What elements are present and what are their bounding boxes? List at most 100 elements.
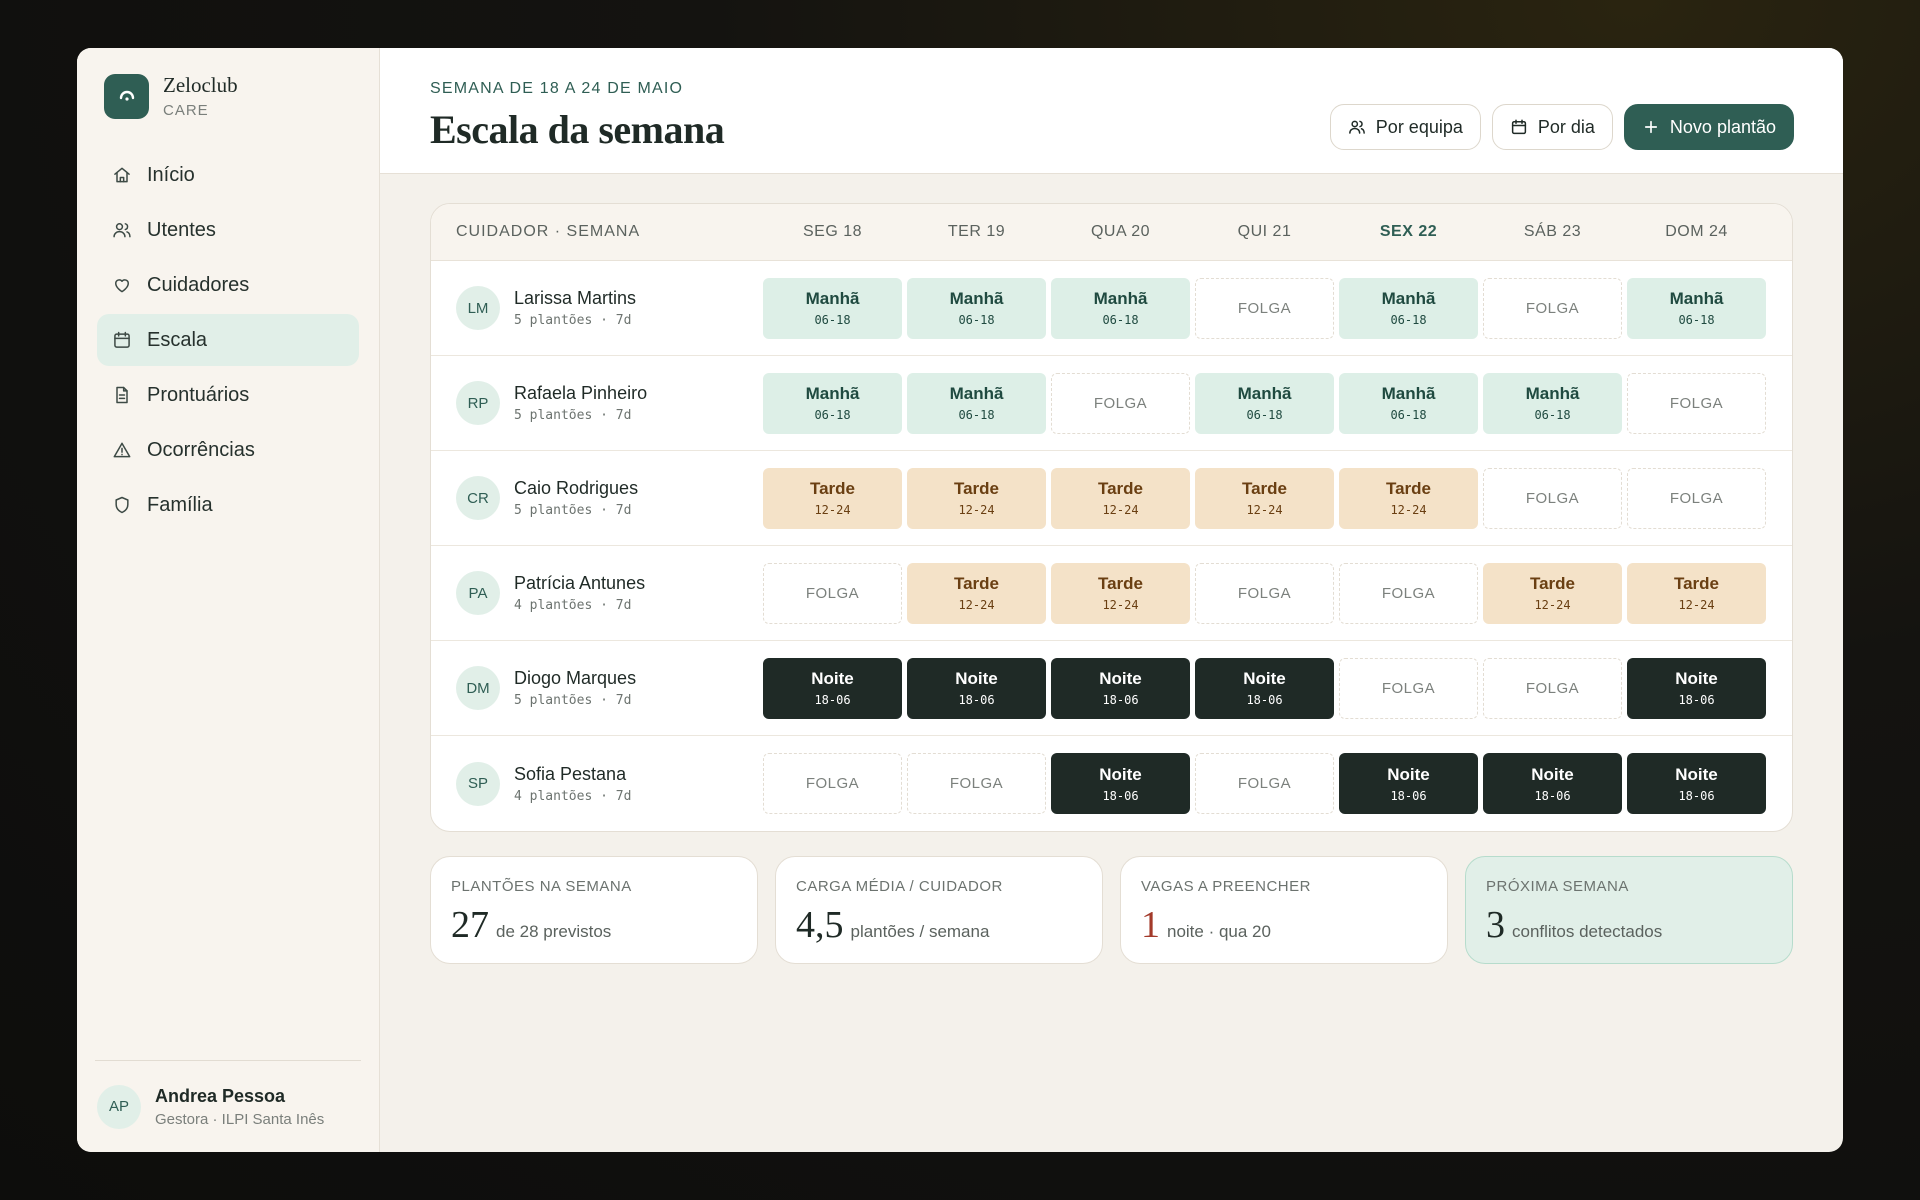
shift-hours: 06-18 xyxy=(814,408,851,422)
caregiver-meta: 5 plantões · 7d xyxy=(514,693,632,708)
caregiver-info[interactable]: PA Patrícia Antunes 4 plantões · 7d xyxy=(456,571,763,615)
shift-label: Tarde xyxy=(1097,479,1144,498)
shift-cell-folga[interactable]: FOLGA xyxy=(1483,277,1622,339)
shift-hours: 06-18 xyxy=(1678,313,1715,327)
sidebar-item-document[interactable]: Prontuários xyxy=(97,369,359,421)
shift-cell-manha[interactable]: Manhã 06-18 xyxy=(1339,372,1478,434)
caregiver-info[interactable]: RP Rafaela Pinheiro 5 plantões · 7d xyxy=(456,381,763,425)
caregiver-name: Diogo Marques xyxy=(514,668,637,688)
sidebar-item-heart[interactable]: Cuidadores xyxy=(97,259,359,311)
shift-cell-noite[interactable]: Noite 18-06 xyxy=(1051,753,1190,814)
shift-cell-noite[interactable]: Noite 18-06 xyxy=(763,657,902,719)
shift-label: FOLGA xyxy=(1237,299,1292,317)
stat-label: PRÓXIMA SEMANA xyxy=(1486,878,1629,895)
shift-cell-tarde[interactable]: Tarde 12-24 xyxy=(1627,562,1766,624)
shift-cell-folga[interactable]: FOLGA xyxy=(907,753,1046,814)
shift-cell-manha[interactable]: Manhã 06-18 xyxy=(907,372,1046,434)
by-day-button[interactable]: Por dia xyxy=(1491,104,1613,150)
shift-cell-folga[interactable]: FOLGA xyxy=(1195,562,1334,624)
shift-cell-noite[interactable]: Noite 18-06 xyxy=(1483,753,1622,814)
shift-cell-folga[interactable]: FOLGA xyxy=(1627,467,1766,529)
new-shift-button[interactable]: Novo plantão xyxy=(1623,104,1794,150)
sidebar-item-shield[interactable]: Família xyxy=(97,479,359,531)
home-icon xyxy=(111,164,133,186)
caregiver-info[interactable]: LM Larissa Martins 5 plantões · 7d xyxy=(456,286,763,330)
sidebar-item-home[interactable]: Início xyxy=(97,149,359,201)
shift-label: Tarde xyxy=(953,574,1000,593)
caregiver-row: LM Larissa Martins 5 plantões · 7d Manhã 06-… xyxy=(431,261,1792,356)
user-name: Andrea Pessoa xyxy=(155,1085,286,1106)
shift-hours: 18-06 xyxy=(1678,788,1715,803)
caregiver-row: SP Sofia Pestana 4 plantões · 7d FOLGA FOLGA… xyxy=(431,736,1792,831)
shift-hours: 12-24 xyxy=(1102,598,1139,612)
shift-cell-folga[interactable]: FOLGA xyxy=(763,753,902,814)
shift-cell-noite[interactable]: Noite 18-06 xyxy=(1627,657,1766,719)
user-profile[interactable]: AP Andrea Pessoa Gestora · ILPI Santa In… xyxy=(95,1060,361,1152)
shield-icon xyxy=(111,494,133,516)
shift-label: FOLGA xyxy=(1669,394,1724,412)
plus-icon xyxy=(1644,120,1657,134)
warning-icon xyxy=(111,439,133,461)
shift-cell-folga[interactable]: FOLGA xyxy=(1339,657,1478,719)
shift-hours: 12-24 xyxy=(1246,503,1283,517)
shift-cell-noite[interactable]: Noite 18-06 xyxy=(1339,753,1478,814)
shift-cell-manha[interactable]: Manhã 06-18 xyxy=(763,277,902,339)
shift-cell-manha[interactable]: Manhã 06-18 xyxy=(907,277,1046,339)
shift-hours: 06-18 xyxy=(1390,408,1427,422)
shift-cell-tarde[interactable]: Tarde 12-24 xyxy=(763,467,902,529)
shift-label: FOLGA xyxy=(805,584,860,602)
caregiver-info[interactable]: CR Caio Rodrigues 5 plantões · 7d xyxy=(456,476,763,520)
shift-cell-noite[interactable]: Noite 18-06 xyxy=(1195,657,1334,719)
shift-cell-noite[interactable]: Noite 18-06 xyxy=(1627,753,1766,814)
shift-hours: 12-24 xyxy=(958,598,995,612)
caregiver-meta: 5 plantões · 7d xyxy=(514,313,632,328)
shift-cell-manha[interactable]: Manhã 06-18 xyxy=(1051,277,1190,339)
sidebar-item-label: Prontuários xyxy=(147,383,250,406)
shift-label: FOLGA xyxy=(1525,679,1580,697)
day-header: SÁB 23 xyxy=(1523,223,1582,240)
shift-cell-manha[interactable]: Manhã 06-18 xyxy=(1195,372,1334,434)
by-team-button[interactable]: Por equipa xyxy=(1329,104,1481,150)
shift-cell-tarde[interactable]: Tarde 12-24 xyxy=(1051,562,1190,624)
shift-cell-manha[interactable]: Manhã 06-18 xyxy=(1627,277,1766,339)
main-content: SEMANA DE 18 A 24 DE MAIO Escala da sema… xyxy=(380,48,1843,1152)
stat-label: PLANTÕES NA SEMANA xyxy=(451,878,632,895)
shift-cell-folga[interactable]: FOLGA xyxy=(1627,372,1766,434)
sidebar-item-users[interactable]: Utentes xyxy=(97,204,359,256)
shift-cell-manha[interactable]: Manhã 06-18 xyxy=(1339,277,1478,339)
shift-cell-folga[interactable]: FOLGA xyxy=(1195,753,1334,814)
shift-hours: 18-06 xyxy=(1102,693,1139,707)
shift-cell-tarde[interactable]: Tarde 12-24 xyxy=(1483,562,1622,624)
shift-cell-manha[interactable]: Manhã 06-18 xyxy=(1483,372,1622,434)
shift-cell-folga[interactable]: FOLGA xyxy=(1483,657,1622,719)
shift-cell-tarde[interactable]: Tarde 12-24 xyxy=(907,562,1046,624)
shift-cell-manha[interactable]: Manhã 06-18 xyxy=(763,372,902,434)
sidebar-item-label: Cuidadores xyxy=(147,273,250,296)
shift-cell-folga[interactable]: FOLGA xyxy=(1051,372,1190,434)
shift-cell-tarde[interactable]: Tarde 12-24 xyxy=(1195,467,1334,529)
shift-cell-folga[interactable]: FOLGA xyxy=(1195,277,1334,339)
shift-hours: 18-06 xyxy=(1534,788,1571,803)
shift-cell-tarde[interactable]: Tarde 12-24 xyxy=(1051,467,1190,529)
caregiver-row: RP Rafaela Pinheiro 5 plantões · 7d Manhã 06… xyxy=(431,356,1792,451)
sidebar: Zeloclub CARE Início Utentes Cuidadores Esc… xyxy=(77,48,380,1152)
caregiver-info[interactable]: DM Diogo Marques 5 plantões · 7d xyxy=(456,666,763,710)
caregiver-column-header: CUIDADOR · SEMANA xyxy=(456,223,641,240)
caregiver-row: PA Patrícia Antunes 4 plantões · 7d FOLGA Ta… xyxy=(431,546,1792,641)
shift-cell-folga[interactable]: FOLGA xyxy=(1339,562,1478,624)
shift-cell-noite[interactable]: Noite 18-06 xyxy=(907,657,1046,719)
shift-cell-tarde[interactable]: Tarde 12-24 xyxy=(907,467,1046,529)
shift-cell-folga[interactable]: FOLGA xyxy=(1483,467,1622,529)
shift-cell-tarde[interactable]: Tarde 12-24 xyxy=(1339,467,1478,529)
sidebar-item-calendar[interactable]: Escala xyxy=(97,314,359,366)
shift-label: FOLGA xyxy=(1093,394,1148,412)
caregiver-meta: 5 plantões · 7d xyxy=(514,503,632,518)
shift-label: Noite xyxy=(1531,764,1574,784)
brand-name: Zeloclub xyxy=(163,73,238,98)
stat-label: VAGAS A PREENCHER xyxy=(1141,878,1311,895)
shift-cell-noite[interactable]: Noite 18-06 xyxy=(1051,657,1190,719)
sidebar-item-warning[interactable]: Ocorrências xyxy=(97,424,359,476)
shift-label: Manhã xyxy=(805,384,860,403)
shift-cell-folga[interactable]: FOLGA xyxy=(763,562,902,624)
caregiver-info[interactable]: SP Sofia Pestana 4 plantões · 7d xyxy=(456,761,763,806)
